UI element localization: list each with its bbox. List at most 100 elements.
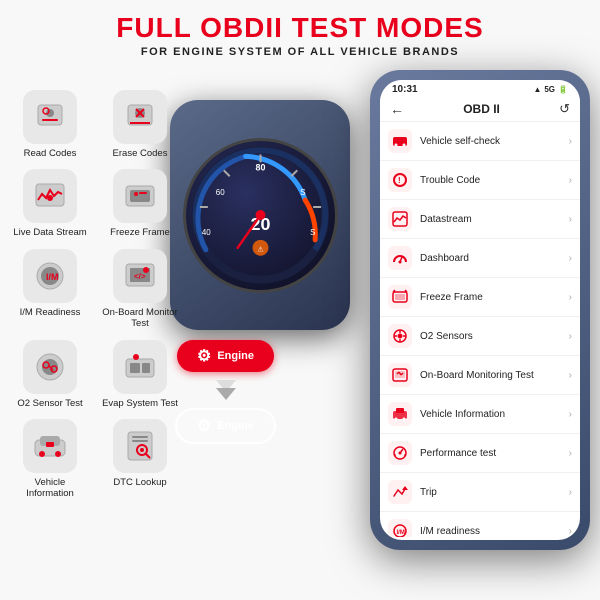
svg-text:</>: </> — [134, 272, 146, 281]
o2-sensors-icon-wrap — [388, 324, 412, 348]
obd-item-vehicle-selfcheck[interactable]: Vehicle self-check › — [380, 122, 580, 161]
back-button[interactable]: ← — [390, 101, 404, 117]
evap-system-icon-box — [113, 340, 167, 394]
engine-button-1[interactable]: ⚙ Engine — [177, 340, 274, 372]
obd-item-im-readiness[interactable]: I/M I/M readiness › — [380, 512, 580, 537]
live-data-icon — [32, 178, 68, 214]
obd-item-label-trip: Trip — [420, 487, 569, 498]
datastream-icon-wrap — [388, 207, 412, 231]
svg-text:S: S — [300, 188, 305, 197]
dtc-lookup-label: DTC Lookup — [113, 477, 166, 488]
trip-icon — [392, 484, 408, 500]
svg-text:⚠: ⚠ — [257, 246, 263, 254]
onboard-monitor-label: On-Board Monitor Test — [100, 307, 180, 330]
obd-item-vehicle-info[interactable]: Vehicle Information › — [380, 395, 580, 434]
obd-item-onboard-monitoring[interactable]: On-Board Monitoring Test › — [380, 356, 580, 395]
phone-wrapper: 10:31 ▲ 5G 🔋 ← OBD II ↺ — [370, 70, 590, 570]
icon-item-erase-codes[interactable]: Erase Codes — [100, 90, 180, 159]
svg-text:80: 80 — [255, 162, 265, 172]
obd-item-trouble-code[interactable]: ! Trouble Code › — [380, 161, 580, 200]
icon-item-dtc-lookup[interactable]: DTC Lookup — [100, 419, 180, 500]
trip-icon-wrap — [388, 480, 412, 504]
icon-item-read-codes[interactable]: Read Codes — [10, 90, 90, 159]
obd-item-label-im-readiness: I/M readiness — [420, 526, 569, 537]
icon-item-live-data[interactable]: Live Data Stream — [10, 169, 90, 238]
obd-item-label-selfcheck: Vehicle self-check — [420, 136, 569, 147]
chevron-icon-datastream: › — [569, 214, 572, 225]
chevron-icon-onboard: › — [569, 370, 572, 381]
obd-item-label-performance: Performance test — [420, 448, 569, 459]
engine-button-2[interactable]: ⚙ Engine — [175, 408, 276, 444]
evap-system-icon — [122, 349, 158, 385]
obd-item-label-freeze: Freeze Frame — [420, 292, 569, 303]
arrow-2 — [216, 388, 236, 400]
refresh-button[interactable]: ↺ — [559, 101, 570, 117]
vehicle-info-icon — [32, 428, 68, 464]
icon-item-evap-system[interactable]: Evap System Test — [100, 340, 180, 409]
phone-outer: 10:31 ▲ 5G 🔋 ← OBD II ↺ — [370, 70, 590, 550]
svg-text:I/M: I/M — [397, 530, 405, 536]
obd-item-label-dashboard: Dashboard — [420, 253, 569, 264]
icon-item-o2-sensor[interactable]: O2 Sensor Test — [10, 340, 90, 409]
status-bar: 10:31 ▲ 5G 🔋 — [380, 80, 580, 97]
trouble-code-icon-wrap: ! — [388, 168, 412, 192]
svg-text:!: ! — [398, 176, 401, 185]
svg-text:40: 40 — [201, 228, 210, 237]
obd-item-performance-test[interactable]: Performance test › — [380, 434, 580, 473]
phone-screen: 10:31 ▲ 5G 🔋 ← OBD II ↺ — [380, 80, 580, 540]
main-title: FULL OBDII TEST MODES — [10, 12, 590, 44]
svg-text:I/M: I/M — [46, 272, 59, 282]
obd-header: ← OBD II ↺ — [380, 97, 580, 122]
obd-item-datastream[interactable]: Datastream › — [380, 200, 580, 239]
chevron-icon-trouble: › — [569, 175, 572, 186]
obd-item-freeze-frame[interactable]: Freeze Frame › — [380, 278, 580, 317]
freeze-frame-icon — [122, 178, 158, 214]
svg-text:60: 60 — [215, 188, 224, 197]
engine-icon-1: ⚙ — [197, 346, 211, 366]
im-readiness-label: I/M Readiness — [20, 307, 81, 318]
freeze-frame-phone-icon-wrap — [388, 285, 412, 309]
read-codes-label: Read Codes — [24, 148, 77, 159]
erase-codes-icon — [122, 99, 158, 135]
icon-item-freeze-frame[interactable]: Freeze Frame — [100, 169, 180, 238]
obd-item-o2-sensors[interactable]: O2 Sensors › — [380, 317, 580, 356]
o2-sensors-icon — [392, 328, 408, 344]
read-codes-icon-box — [23, 90, 77, 144]
obd-menu-list: Vehicle self-check › ! Trouble Code › — [380, 122, 580, 537]
o2-sensor-label: O2 Sensor Test — [17, 398, 82, 409]
vehicle-info-phone-icon — [392, 406, 408, 422]
dtc-lookup-icon — [122, 428, 158, 464]
evap-system-label: Evap System Test — [102, 398, 178, 409]
erase-codes-label: Erase Codes — [113, 148, 168, 159]
gauge-face: 80 60 S 40 S 20 ⚠ — [183, 138, 338, 293]
trouble-code-icon: ! — [392, 172, 408, 188]
arrows-down — [216, 380, 236, 400]
obd-item-label-onboard: On-Board Monitoring Test — [420, 370, 569, 381]
icon-item-vehicle-info[interactable]: Vehicle Information — [10, 419, 90, 500]
network-label: 5G — [544, 85, 555, 94]
battery-icon: 🔋 — [558, 85, 568, 94]
freeze-frame-phone-icon — [392, 289, 408, 305]
obd-item-trip[interactable]: Trip › — [380, 473, 580, 512]
freeze-frame-label: Freeze Frame — [110, 227, 170, 238]
chevron-icon-dashboard: › — [569, 253, 572, 264]
obd-item-dashboard[interactable]: Dashboard › — [380, 239, 580, 278]
onboard-monitor-icon: </> — [122, 258, 158, 294]
icon-item-im-readiness[interactable]: I/M I/M Readiness — [10, 249, 90, 330]
im-readiness-icon: I/M — [32, 258, 68, 294]
engine-icon-2: ⚙ — [197, 416, 211, 436]
status-icons: ▲ 5G 🔋 — [533, 85, 568, 94]
dashboard-icon — [392, 250, 408, 266]
header: FULL OBDII TEST MODES FOR ENGINE SYSTEM … — [0, 0, 600, 64]
main-subtitle: FOR ENGINE SYSTEM OF ALL VEHICLE BRANDS — [10, 46, 590, 58]
chevron-icon-o2: › — [569, 331, 572, 342]
onboard-monitoring-icon — [392, 367, 408, 383]
engine-area: ⚙ Engine ⚙ Engine — [175, 340, 276, 444]
engine-label-1: Engine — [217, 350, 254, 362]
o2-sensor-icon-box — [23, 340, 77, 394]
vehicle-selfcheck-icon — [392, 133, 408, 149]
icon-item-onboard-monitor[interactable]: </> On-Board Monitor Test — [100, 249, 180, 330]
vehicle-selfcheck-icon-wrap — [388, 129, 412, 153]
performance-test-icon — [392, 445, 408, 461]
chevron-icon-vehicle-info: › — [569, 409, 572, 420]
